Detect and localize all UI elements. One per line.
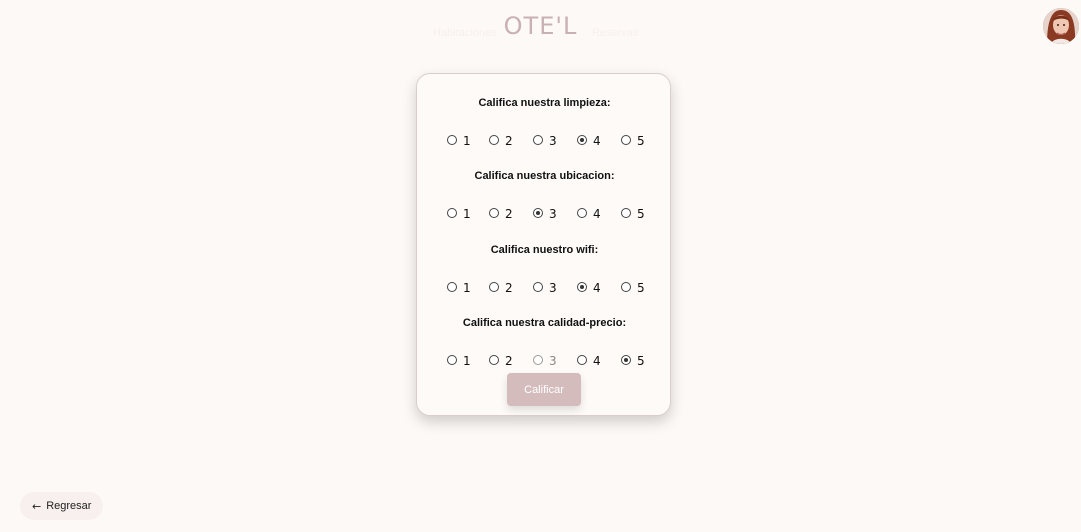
- rating-option-label: 1: [463, 134, 471, 148]
- rating-option-label: 3: [549, 354, 557, 368]
- rating-option[interactable]: 3: [533, 133, 557, 148]
- avatar-photo-icon: [1043, 8, 1079, 44]
- brand-logo-text[interactable]: OTE'L: [504, 12, 578, 40]
- radio-unselected[interactable]: [489, 355, 499, 365]
- question-cleanliness-options: 1 2 3 4 5: [447, 133, 657, 149]
- rating-option-label: 1: [463, 354, 471, 368]
- rating-option[interactable]: 2: [489, 206, 513, 221]
- rating-option-label: 3: [549, 134, 557, 148]
- rating-option[interactable]: 5: [621, 280, 645, 295]
- radio-unselected[interactable]: [489, 135, 499, 145]
- question-wifi-label: Califica nuestro wifi:: [490, 244, 599, 256]
- rating-option[interactable]: 3: [533, 206, 557, 221]
- radio-selected[interactable]: [533, 208, 543, 218]
- rating-option[interactable]: 5: [621, 353, 645, 368]
- radio-unselected[interactable]: [533, 282, 543, 292]
- rating-option-label: 4: [593, 354, 601, 368]
- rating-option-label: 5: [637, 281, 645, 295]
- rating-option-label: 3: [549, 281, 557, 295]
- radio-unselected[interactable]: [621, 208, 631, 218]
- radio-unselected[interactable]: [447, 208, 457, 218]
- user-avatar[interactable]: [1043, 8, 1079, 44]
- arrow-left-icon: ←: [32, 499, 42, 513]
- rating-option-label: 4: [593, 281, 601, 295]
- rating-option[interactable]: 5: [621, 133, 645, 148]
- radio-unselected[interactable]: [577, 355, 587, 365]
- rating-option[interactable]: 1: [447, 280, 471, 295]
- rating-option[interactable]: 1: [447, 206, 471, 221]
- rating-option-label: 2: [505, 207, 513, 221]
- rating-option-label: 2: [505, 281, 513, 295]
- submit-rating-button[interactable]: Calificar: [507, 373, 581, 406]
- radio-unselected[interactable]: [489, 282, 499, 292]
- radio-unselected[interactable]: [533, 135, 543, 145]
- back-button-label: Regresar: [46, 500, 92, 512]
- radio-unselected[interactable]: [447, 355, 457, 365]
- radio-unselected[interactable]: [621, 135, 631, 145]
- rating-option[interactable]: 1: [447, 353, 471, 368]
- rating-option-label: 2: [505, 354, 513, 368]
- brand: OTE'L: [0, 12, 1081, 40]
- rating-option[interactable]: 4: [577, 353, 601, 368]
- rating-option[interactable]: 2: [489, 280, 513, 295]
- rating-option-label: 1: [463, 207, 471, 221]
- rating-option[interactable]: 3: [533, 353, 557, 368]
- rating-option[interactable]: 3: [533, 280, 557, 295]
- radio-selected[interactable]: [577, 282, 587, 292]
- rating-card: Califica nuestra limpieza: 1 2 3 4 5 Calific…: [416, 73, 671, 416]
- back-button[interactable]: ← Regresar: [20, 492, 104, 520]
- rating-option[interactable]: 4: [577, 280, 601, 295]
- rating-option-label: 5: [637, 354, 645, 368]
- radio-selected[interactable]: [621, 355, 631, 365]
- top-bar: Habitaciones OTE'L Reservas: [0, 0, 1081, 56]
- radio-unselected[interactable]: [577, 208, 587, 218]
- question-wifi-options: 1 2 3 4 5: [447, 280, 657, 296]
- rating-option-label: 4: [593, 207, 601, 221]
- rating-option-label: 1: [463, 281, 471, 295]
- radio-unselected[interactable]: [447, 282, 457, 292]
- rating-option-label: 2: [505, 134, 513, 148]
- radio-selected[interactable]: [577, 135, 587, 145]
- question-value-label: Califica nuestra calidad-precio:: [462, 317, 627, 329]
- rating-option-label: 5: [637, 207, 645, 221]
- nav-link-rooms[interactable]: Habitaciones: [433, 27, 497, 39]
- rating-option[interactable]: 5: [621, 206, 645, 221]
- nav-link-bookings[interactable]: Reservas: [592, 27, 638, 39]
- question-location-options: 1 2 3 4 5: [447, 206, 657, 222]
- rating-option[interactable]: 1: [447, 133, 471, 148]
- radio-unselected[interactable]: [489, 208, 499, 218]
- question-value-options: 1 2 3 4 5: [447, 353, 657, 369]
- rating-option[interactable]: 2: [489, 353, 513, 368]
- question-cleanliness-label: Califica nuestra limpieza:: [478, 97, 611, 109]
- rating-option[interactable]: 4: [577, 206, 601, 221]
- rating-option-label: 4: [593, 134, 601, 148]
- radio-unselected[interactable]: [621, 282, 631, 292]
- radio-unselected[interactable]: [447, 135, 457, 145]
- radio-unselected[interactable]: [533, 355, 543, 365]
- question-location-label: Califica nuestra ubicacion:: [474, 170, 615, 182]
- rating-option-label: 5: [637, 134, 645, 148]
- rating-option[interactable]: 4: [577, 133, 601, 148]
- rating-option-label: 3: [549, 207, 557, 221]
- page: Habitaciones OTE'L Reservas Califica nue…: [0, 0, 1081, 532]
- rating-option[interactable]: 2: [489, 133, 513, 148]
